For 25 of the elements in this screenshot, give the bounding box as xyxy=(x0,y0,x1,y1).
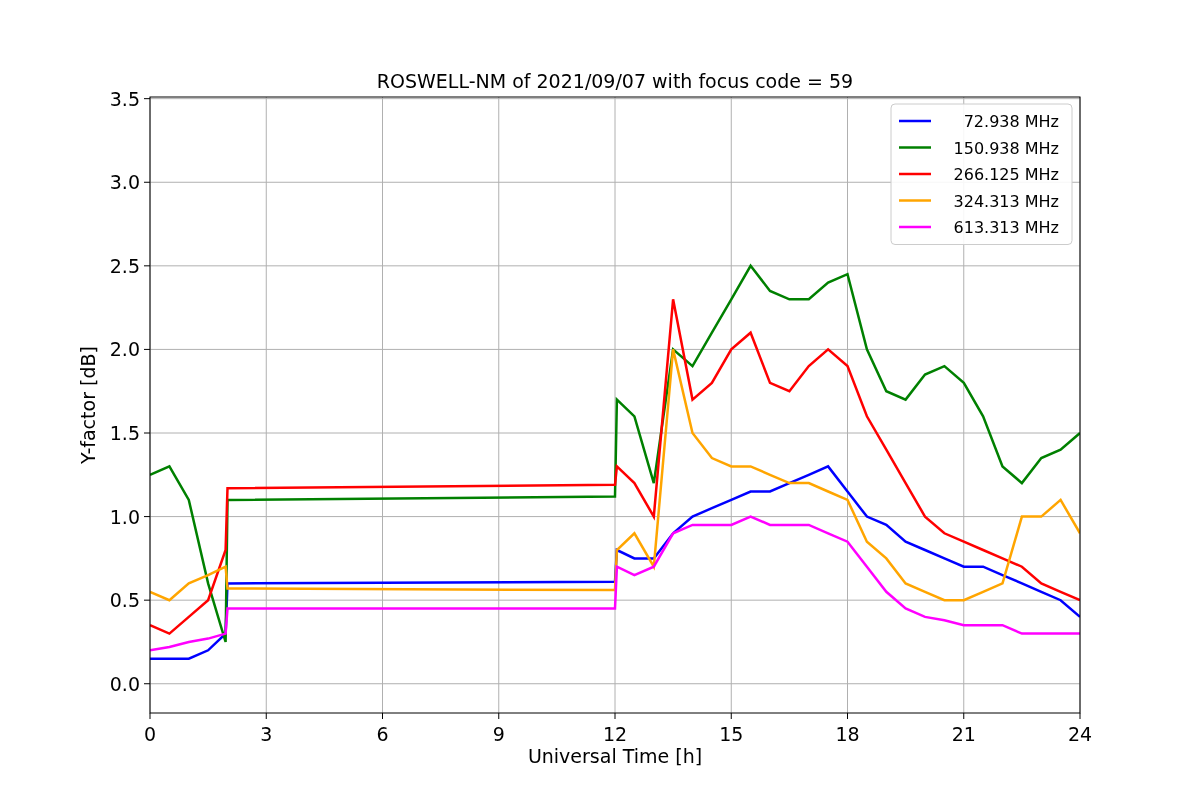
x-tick-label: 18 xyxy=(835,723,860,745)
y-tick-label: 2.0 xyxy=(109,338,140,361)
x-tick-label: 0 xyxy=(143,723,157,745)
y-tick-label: 0.5 xyxy=(109,589,140,612)
legend-label: 266.125 MHz xyxy=(953,165,1059,184)
x-axis-label: Universal Time [h] xyxy=(527,745,703,767)
y-tick-label: 3.0 xyxy=(109,171,140,194)
x-tick-label: 9 xyxy=(492,723,505,745)
legend-label: 324.313 MHz xyxy=(953,191,1059,211)
legend-label: 72.938 MHz xyxy=(963,112,1059,131)
x-tick-label: 12 xyxy=(602,723,628,745)
legend-label: 613.313 MHz xyxy=(953,218,1059,237)
x-tick-label: 21 xyxy=(951,723,976,745)
y-tick-label: 0.0 xyxy=(109,672,140,695)
y-tick-label: 2.5 xyxy=(109,254,140,277)
x-tick-label: 6 xyxy=(376,723,389,745)
y-tick-label: 1.0 xyxy=(109,505,140,528)
chart-title: ROSWELL-NM of 2021/09/07 with focus code = 59 xyxy=(376,70,854,92)
x-tick-label: 3 xyxy=(260,723,273,745)
y-axis-label: Y-factor [dB] xyxy=(77,346,99,464)
x-tick-label: 24 xyxy=(1067,723,1093,745)
y-tick-label: 1.5 xyxy=(109,422,140,444)
x-tick-label: 15 xyxy=(719,723,744,745)
y-tick-label: 3.5 xyxy=(109,87,140,110)
legend-label: 150.938 MHz xyxy=(953,138,1059,158)
